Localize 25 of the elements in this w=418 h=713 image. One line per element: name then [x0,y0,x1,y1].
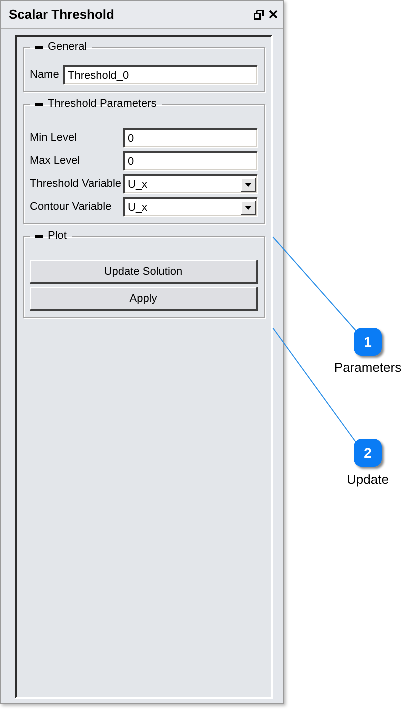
collapse-icon[interactable] [35,43,43,51]
variable-dropdown[interactable]: U_x [123,197,258,217]
field-label: Min Level [30,132,78,144]
collapse-icon[interactable] [35,232,43,240]
field-label: Max Level [30,155,82,167]
callout-badge: 2 [354,439,382,467]
field-label: Contour Variable [30,201,113,213]
group-title: General [48,41,88,53]
name-field[interactable]: Threshold_0 [63,65,258,85]
group-title: Threshold Parameters [48,98,157,110]
level-field[interactable]: 0 [123,151,258,171]
level-field[interactable]: 0 [123,128,258,148]
field-label: Threshold Variable [30,178,123,190]
restore-icon[interactable] [254,10,264,20]
action-button[interactable]: Update Solution [30,260,258,284]
window-title: Scalar Threshold [9,7,114,22]
callout-label: Update [347,472,389,487]
collapse-icon[interactable] [35,100,43,108]
field-label: Name [30,69,60,81]
close-icon[interactable] [269,10,278,19]
callout-badge: 1 [354,328,382,356]
action-button[interactable]: Apply [30,287,258,311]
variable-dropdown[interactable]: U_x [123,174,258,194]
group-title: Plot [48,230,67,242]
callout-label: Parameters [334,360,402,375]
